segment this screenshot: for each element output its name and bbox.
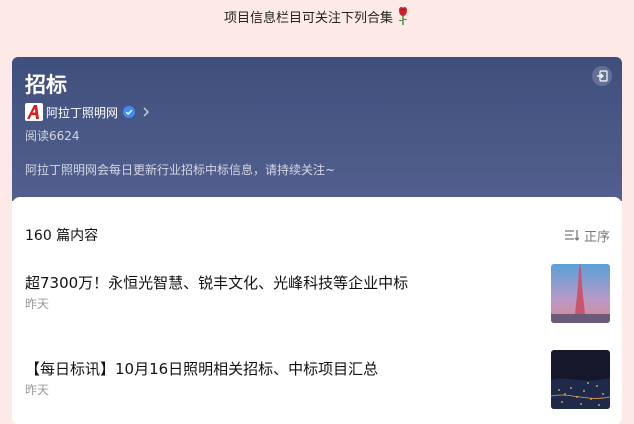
article-title: 超7300万！永恒光智慧、锐丰文化、光峰科技等企业中标 bbox=[25, 274, 409, 292]
list-item[interactable]: 超7300万！永恒光智慧、锐丰文化、光峰科技等企业中标 昨天 bbox=[25, 264, 610, 324]
verified-icon bbox=[123, 106, 136, 118]
night-city-image bbox=[551, 350, 610, 409]
sort-order-icon bbox=[564, 230, 579, 241]
intro-text: 项目信息栏目可关注下列合集 bbox=[223, 10, 393, 26]
exit-button[interactable] bbox=[592, 66, 612, 86]
chevron-right-icon bbox=[143, 107, 149, 117]
sort-toggle[interactable]: 正序 bbox=[564, 226, 610, 245]
article-list-panel: 160 篇内容 正序 超7300万！永恒光智慧、锐丰文化、光峰科技等企业中标 昨… bbox=[12, 197, 622, 424]
list-header: 160 篇内容 正序 bbox=[25, 225, 610, 245]
article-date: 昨天 bbox=[25, 297, 50, 311]
intro-line: 项目信息栏目可关注下列合集 bbox=[0, 6, 634, 26]
sort-label: 正序 bbox=[583, 229, 610, 245]
author-logo-icon bbox=[25, 103, 43, 121]
article-count: 160 篇内容 bbox=[25, 228, 99, 244]
exit-icon bbox=[597, 70, 608, 82]
article-title: 【每日标讯】10月16日照明相关招标、中标项目汇总 bbox=[25, 360, 379, 378]
collection-title: 招标 bbox=[25, 73, 67, 97]
article-thumbnail bbox=[551, 264, 610, 323]
author-name: 阿拉丁照明网 bbox=[46, 105, 119, 120]
collection-header: 招标 阿拉丁照明网 阅读6624 阿拉丁照明网会每日更新行业招标中标信息，请持续… bbox=[12, 57, 622, 201]
collection-description: 阿拉丁照明网会每日更新行业招标中标信息，请持续关注~ bbox=[25, 163, 336, 177]
read-count: 阅读6624 bbox=[25, 129, 80, 143]
article-date: 昨天 bbox=[25, 383, 50, 397]
tower-image bbox=[551, 264, 610, 323]
author-link[interactable]: 阿拉丁照明网 bbox=[25, 103, 150, 121]
list-item[interactable]: 【每日标讯】10月16日照明相关招标、中标项目汇总 昨天 bbox=[25, 350, 610, 410]
rose-icon bbox=[399, 6, 407, 25]
article-thumbnail bbox=[551, 350, 610, 409]
collection-card: 招标 阿拉丁照明网 阅读6624 阿拉丁照明网会每日更新行业招标中标信息，请持续… bbox=[12, 57, 622, 424]
